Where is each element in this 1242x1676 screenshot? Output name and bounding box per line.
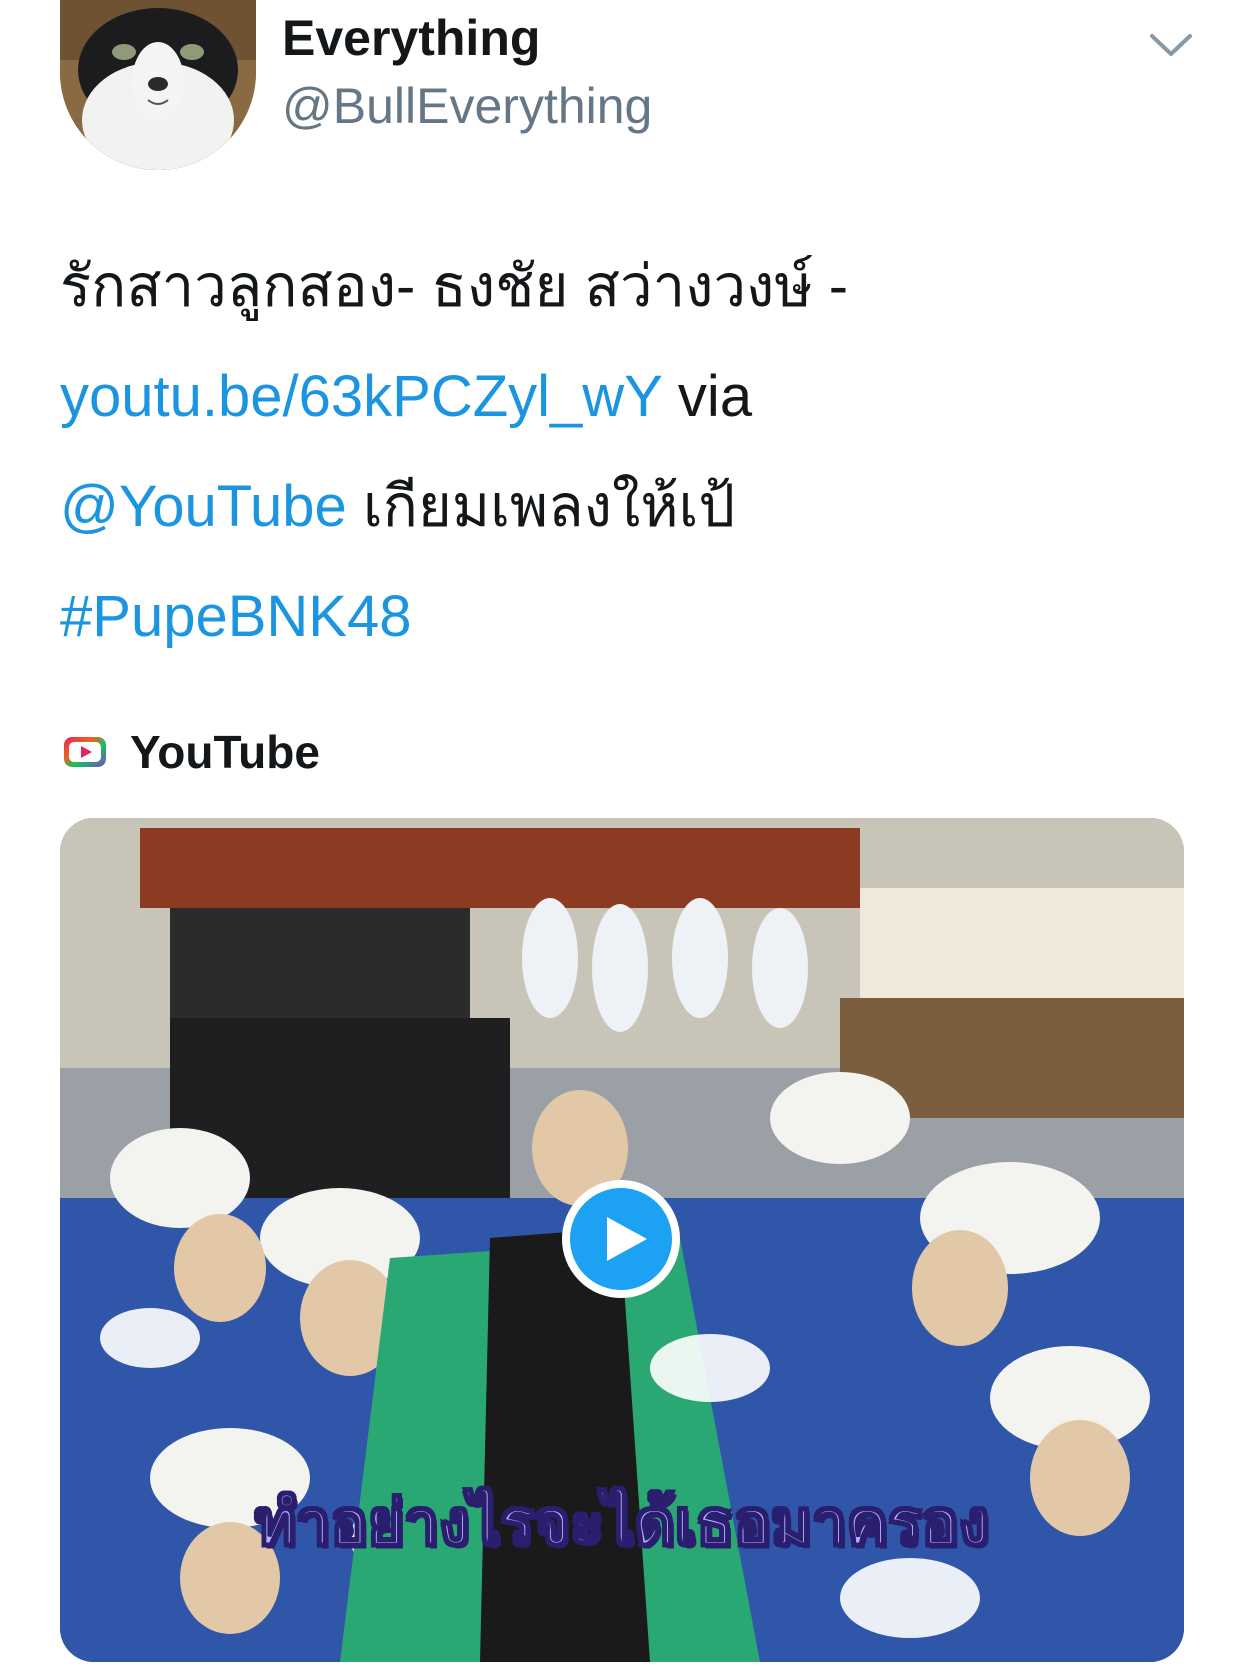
hashtag-link[interactable]: #PupeBNK48 (60, 584, 411, 649)
tweet-line: youtu.be/63kPCZyl_wY via (60, 342, 1190, 452)
video-link[interactable]: youtu.be/63kPCZyl_wY (60, 364, 662, 429)
card-source: YouTube (64, 722, 320, 782)
youtube-mention[interactable]: @YouTube (60, 474, 347, 539)
user-handle[interactable]: @BullEverything (282, 76, 652, 136)
chevron-down-icon[interactable] (1148, 28, 1194, 60)
youtube-logo-icon (64, 737, 106, 767)
tweet-text: รักสาวลูกสอง- ธงชัย สว่างวงษ์ - youtu.be… (60, 232, 1190, 672)
play-icon (607, 1217, 647, 1261)
tweet-line: รักสาวลูกสอง- ธงชัย สว่างวงษ์ - (60, 254, 849, 319)
tweet-line-text: เกียมเพลงให้เป้ (346, 474, 736, 539)
play-button[interactable] (562, 1180, 680, 1298)
cat-avatar (60, 0, 256, 170)
via-text: via (661, 364, 753, 429)
video-card[interactable]: ทำอย่างไรจะได้เธอมาครอง (60, 818, 1184, 1662)
tweet-line: #PupeBNK48 (60, 562, 1190, 672)
video-subtitle: ทำอย่างไรจะได้เธอมาครอง (254, 1485, 990, 1560)
card-source-label: YouTube (130, 726, 320, 778)
display-name[interactable]: Everything (282, 8, 540, 68)
avatar[interactable] (60, 0, 256, 170)
tweet-line: @YouTube เกียมเพลงให้เป้ (60, 452, 1190, 562)
